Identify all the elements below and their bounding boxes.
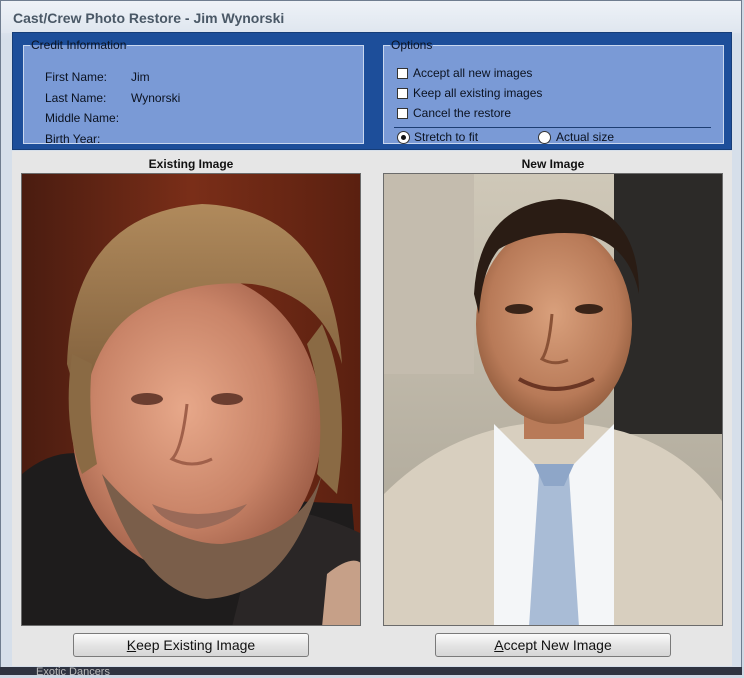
- keep-existing-label: eep Existing Image: [136, 637, 256, 653]
- middle-name-label: Middle Name:: [45, 111, 120, 125]
- accept-all-new-checkbox[interactable]: [397, 68, 408, 79]
- actual-size-radio[interactable]: [538, 131, 551, 144]
- accept-new-mnemonic: A: [494, 637, 504, 653]
- stretch-to-fit-radio[interactable]: [397, 131, 410, 144]
- accept-new-label: ccept New Image: [503, 637, 612, 653]
- keep-all-existing-checkbox[interactable]: [397, 88, 408, 99]
- existing-image-heading: Existing Image: [148, 157, 234, 171]
- background-partial-text: Exotic Dancers: [36, 666, 110, 678]
- background-window-strip: [0, 667, 742, 675]
- actual-size-label[interactable]: Actual size: [556, 130, 614, 144]
- existing-image-frame: [21, 173, 361, 626]
- window-title: Cast/Crew Photo Restore - Jim Wynorski: [13, 10, 285, 26]
- options-divider: [394, 127, 711, 128]
- new-image-heading: New Image: [521, 157, 585, 171]
- keep-all-existing-label[interactable]: Keep all existing images: [413, 86, 542, 100]
- keep-existing-image-button[interactable]: Keep Existing Image: [73, 633, 309, 657]
- options-group: Options Accept all new images Keep all e…: [383, 38, 724, 144]
- first-name-value: Jim: [131, 70, 150, 84]
- accept-new-image-button[interactable]: Accept New Image: [435, 633, 671, 657]
- stretch-to-fit-label[interactable]: Stretch to fit: [414, 130, 478, 144]
- last-name-value: Wynorski: [131, 91, 181, 105]
- cancel-restore-checkbox[interactable]: [397, 108, 408, 119]
- credit-information-legend: Credit Information: [31, 38, 127, 52]
- last-name-label: Last Name:: [45, 91, 107, 105]
- accept-all-new-label[interactable]: Accept all new images: [413, 66, 532, 80]
- first-name-label: First Name:: [45, 70, 108, 84]
- existing-photo: [22, 174, 360, 625]
- title-bar[interactable]: Cast/Crew Photo Restore - Jim Wynorski: [1, 1, 741, 33]
- photo-restore-dialog: Cast/Crew Photo Restore - Jim Wynorski C…: [0, 0, 742, 673]
- image-compare-area: Existing Image New Image Keep Existing I…: [12, 151, 732, 666]
- new-photo: [384, 174, 722, 625]
- options-legend: Options: [391, 38, 433, 52]
- birth-year-label: Birth Year:: [45, 132, 101, 146]
- keep-existing-mnemonic: K: [126, 637, 137, 653]
- new-image-frame: [383, 173, 723, 626]
- cancel-restore-label[interactable]: Cancel the restore: [413, 106, 511, 120]
- credit-information-group: Credit Information First Name: Jim Last …: [23, 38, 364, 146]
- top-panel: Credit Information First Name: Jim Last …: [12, 32, 732, 150]
